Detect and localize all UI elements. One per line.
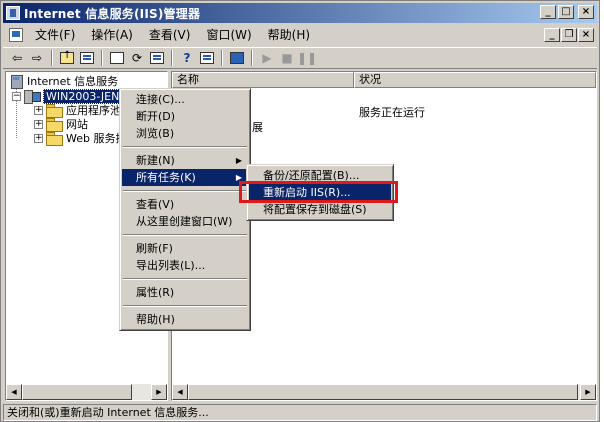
scroll-left-icon[interactable]: ◀ xyxy=(6,384,22,400)
toolbar-separator xyxy=(251,50,253,66)
scroll-left-icon[interactable]: ◀ xyxy=(172,384,188,400)
close-button[interactable]: × xyxy=(578,5,594,19)
child-minimize-button[interactable]: _ xyxy=(544,28,560,42)
menu-bar: 文件(F) 操作(A) 查看(V) 窗口(W) 帮助(H) _ ❐ × xyxy=(3,25,597,45)
menu-item-export-list[interactable]: 导出列表(L)... xyxy=(122,257,248,274)
menu-view[interactable]: 查看(V) xyxy=(141,26,199,44)
column-header-status[interactable]: 状况 xyxy=(354,72,596,88)
menu-item-label: 所有任务(K) xyxy=(136,171,196,184)
maximize-button[interactable]: □ xyxy=(558,5,574,19)
submenu-arrow-icon: ▶ xyxy=(235,173,242,182)
column-header-name[interactable]: 名称 xyxy=(172,72,354,88)
stop-icon[interactable]: ■ xyxy=(277,49,297,67)
show-tree-icon[interactable] xyxy=(77,49,97,67)
start-icon[interactable]: ▶ xyxy=(257,49,277,67)
menu-item-connect[interactable]: 连接(C)... xyxy=(122,91,248,108)
computer-icon[interactable] xyxy=(227,49,247,67)
tree-horizontal-scrollbar[interactable]: ◀ ▶ xyxy=(6,384,167,400)
scroll-right-icon[interactable]: ▶ xyxy=(580,384,596,400)
menu-item-properties[interactable]: 属性(R) xyxy=(122,284,248,301)
menu-separator xyxy=(123,190,247,192)
menu-item-new-window[interactable]: 从这里创建窗口(W) xyxy=(122,213,248,230)
menu-separator xyxy=(123,234,247,236)
scroll-thumb[interactable] xyxy=(188,384,578,400)
tree-root[interactable]: Internet 信息服务 xyxy=(10,74,119,89)
console-window-icon[interactable] xyxy=(9,28,23,42)
window-title: Internet 信息服务(IIS)管理器 xyxy=(24,6,201,21)
list-horizontal-scrollbar[interactable]: ◀ ▶ xyxy=(172,384,596,400)
iis-root-icon xyxy=(10,74,24,89)
folder-icon xyxy=(46,118,63,132)
expand-icon[interactable]: + xyxy=(34,133,43,143)
toolbar: ⇦ ⇨ ⟳ ? ▶ ■ ❚❚ xyxy=(3,47,597,69)
menu-separator xyxy=(123,305,247,307)
expand-icon[interactable]: + xyxy=(34,105,43,115)
menu-item-all-tasks[interactable]: 所有任务(K) ▶ xyxy=(122,169,248,186)
server-icon xyxy=(24,89,41,104)
menu-separator xyxy=(123,278,247,280)
menu-separator xyxy=(123,146,247,148)
tree-node-server[interactable]: − WIN2003-JENRY xyxy=(12,88,137,104)
scroll-right-icon[interactable]: ▶ xyxy=(151,384,167,400)
menu-file[interactable]: 文件(F) xyxy=(27,26,83,44)
menu-item-new[interactable]: 新建(N) ▶ xyxy=(122,152,248,169)
menu-item-save-config[interactable]: 将配置保存到磁盘(S) xyxy=(249,201,391,218)
menu-item-disconnect[interactable]: 断开(D) xyxy=(122,108,248,125)
menu-item-refresh[interactable]: 刷新(F) xyxy=(122,240,248,257)
toolbar-separator xyxy=(171,50,173,66)
toolbar-separator xyxy=(51,50,53,66)
title-bar[interactable]: Internet 信息服务(IIS)管理器 _ □ × xyxy=(3,3,597,23)
minimize-button[interactable]: _ xyxy=(540,5,556,19)
tree-root-label: Internet 信息服务 xyxy=(27,75,119,88)
tree-node-websites[interactable]: + 网站 xyxy=(34,117,88,132)
toolbar-separator xyxy=(221,50,223,66)
scroll-thumb[interactable] xyxy=(22,384,132,400)
list-item-status: 服务正在运行 xyxy=(359,106,425,119)
menu-item-label: 新建(N) xyxy=(136,154,175,167)
expand-icon[interactable]: + xyxy=(34,119,43,129)
refresh-icon[interactable]: ⟳ xyxy=(127,49,147,67)
console-icon[interactable] xyxy=(197,49,217,67)
properties-icon[interactable] xyxy=(107,49,127,67)
submenu-arrow-icon: ▶ xyxy=(235,156,242,165)
help-icon[interactable]: ? xyxy=(177,49,197,67)
pause-icon[interactable]: ❚❚ xyxy=(297,49,317,67)
forward-icon[interactable]: ⇨ xyxy=(27,49,47,67)
tree-node-app-pools[interactable]: + 应用程序池 xyxy=(34,103,121,118)
iis-app-icon[interactable] xyxy=(6,6,20,20)
all-tasks-submenu: 备份/还原配置(B)... 重新启动 IIS(R)... 将配置保存到磁盘(S) xyxy=(246,164,394,221)
folder-icon xyxy=(46,104,63,118)
menu-item-help[interactable]: 帮助(H) xyxy=(122,311,248,328)
export-list-icon[interactable] xyxy=(147,49,167,67)
menu-item-backup-restore[interactable]: 备份/还原配置(B)... xyxy=(249,167,391,184)
menu-item-restart-iis[interactable]: 重新启动 IIS(R)... xyxy=(249,184,391,201)
menu-item-browse[interactable]: 浏览(B) xyxy=(122,125,248,142)
context-menu: 连接(C)... 断开(D) 浏览(B) 新建(N) ▶ 所有任务(K) ▶ 查看(… xyxy=(119,88,251,331)
menu-window[interactable]: 窗口(W) xyxy=(198,26,259,44)
menu-item-view[interactable]: 查看(V) xyxy=(122,196,248,213)
back-icon[interactable]: ⇦ xyxy=(7,49,27,67)
status-bar: 关闭和(或)重新启动 Internet 信息服务... xyxy=(3,404,597,421)
collapse-icon[interactable]: − xyxy=(12,91,21,101)
toolbar-separator xyxy=(101,50,103,66)
menu-action[interactable]: 操作(A) xyxy=(83,26,141,44)
up-folder-icon[interactable] xyxy=(57,49,77,67)
child-close-button[interactable]: × xyxy=(578,28,594,42)
list-item-name-fragment[interactable]: 展 xyxy=(252,119,263,135)
child-restore-button[interactable]: ❐ xyxy=(561,28,577,42)
folder-icon xyxy=(46,132,63,146)
menu-help[interactable]: 帮助(H) xyxy=(260,26,318,44)
